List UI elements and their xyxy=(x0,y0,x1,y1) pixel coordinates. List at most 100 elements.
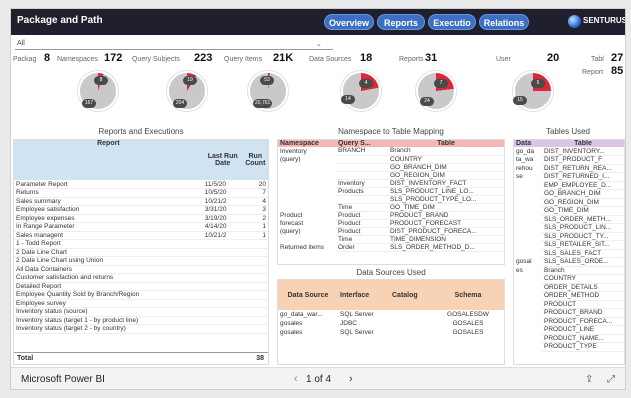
table-row[interactable]: SLS_SALES_FACT xyxy=(514,249,624,258)
table-row[interactable]: Employee expenses 3/19/20 2 xyxy=(14,214,268,223)
chevron-down-icon[interactable]: ⌄ xyxy=(316,40,322,48)
column-header-run-count[interactable]: Run Count xyxy=(243,140,268,180)
data-cell xyxy=(514,326,542,335)
tab-relations[interactable]: Relations xyxy=(479,14,529,30)
table-name-cell: EMP_EMPLOYEE_D... xyxy=(542,181,624,190)
table-row[interactable]: 2 Date Line Chart xyxy=(14,248,268,257)
table-row[interactable]: (query) COUNTRY xyxy=(278,155,504,164)
table-row[interactable]: PRODUCT_BRAND xyxy=(514,308,624,318)
table-row[interactable]: 2 Date Line Chart using Union xyxy=(14,257,268,265)
table-row[interactable]: go_data_war... SQL Server GOSALESDW xyxy=(278,310,504,319)
tab-overview[interactable]: Overview xyxy=(324,14,374,30)
tab-reports[interactable]: Reports xyxy=(377,14,425,30)
kpi-label-namespaces: Namespaces xyxy=(57,56,98,63)
table-row[interactable]: All Data Containers xyxy=(14,265,268,274)
table-row[interactable]: Time TIME_DIMENSION xyxy=(278,235,504,244)
package-filter-value[interactable]: All xyxy=(17,40,25,47)
namespace-cell: Product xyxy=(280,211,303,219)
next-page-button[interactable]: › xyxy=(349,373,353,385)
table-row[interactable]: PRODUCT_TYPE xyxy=(514,342,624,352)
table-row[interactable]: Customer satisfaction and returns xyxy=(14,274,268,282)
table-row[interactable]: GO_REGION_DIM xyxy=(278,171,504,180)
table-row[interactable]: PRODUCT xyxy=(514,300,624,309)
table-row[interactable]: Product Product PRODUCT_BRAND xyxy=(278,211,504,220)
column-header-table[interactable]: Table xyxy=(388,140,504,147)
data-cell xyxy=(514,300,542,309)
share-icon[interactable]: ⇪ xyxy=(585,374,593,385)
table-row[interactable]: gosales JDBC GOSALES xyxy=(278,319,504,328)
table-row[interactable]: se DIST_RETURNED_I... xyxy=(514,172,624,182)
table-row[interactable]: SLS_RETAILER_SIT... xyxy=(514,240,624,250)
table-row[interactable]: SLS_ORDER_METH... xyxy=(514,215,624,224)
column-header-data-source[interactable]: Data Source xyxy=(278,280,338,310)
table-row[interactable]: Detailed Report xyxy=(14,282,268,291)
table-row[interactable]: Employee satisfaction 3/31/20 3 xyxy=(14,206,268,214)
table-row[interactable]: PRODUCT_NAME... xyxy=(514,334,624,343)
table-row[interactable]: gosales SQL Server GOSALES xyxy=(278,328,504,337)
table-row[interactable]: GO_BRANCH_DIM xyxy=(278,163,504,172)
table-row[interactable]: SLS_PRODUCT_LIN... xyxy=(514,223,624,233)
table-row[interactable]: es Branch xyxy=(514,266,624,275)
report-name-cell: Detailed Report xyxy=(16,282,62,290)
query-subject-cell: Order xyxy=(336,243,388,252)
table-name-cell: Branch xyxy=(388,147,504,156)
table-row[interactable]: COUNTRY xyxy=(514,274,624,284)
table-row[interactable]: Inventory BRANCH Branch xyxy=(278,147,504,156)
column-header-interface[interactable]: Interface xyxy=(338,280,390,310)
table-row[interactable]: ORDER_DETAILS xyxy=(514,283,624,292)
column-header-table[interactable]: Table xyxy=(542,140,624,147)
table-row[interactable]: Inventory status (source) xyxy=(14,308,268,316)
fullscreen-icon[interactable]: ⤢ xyxy=(607,374,615,385)
column-header-report[interactable]: Report xyxy=(14,140,203,180)
table-row[interactable]: Inventory DIST_INVENTORY_FACT xyxy=(278,179,504,188)
table-row[interactable]: GO_TIME_DIM xyxy=(514,206,624,216)
table-row[interactable]: Sales summary 10/21/2 4 xyxy=(14,197,268,206)
tab-execution[interactable]: Executio xyxy=(428,14,476,30)
kpi-label-reports: Reports xyxy=(399,56,424,63)
prev-page-button[interactable]: ‹ xyxy=(294,373,298,385)
table-row[interactable]: Sales managent 10/21/2 1 xyxy=(14,231,268,240)
table-row[interactable]: Time GO_TIME_DIM xyxy=(278,203,504,212)
table-row[interactable]: SLS_PRODUCT_TY... xyxy=(514,232,624,241)
table-row[interactable]: Inventory status (target 2 - by country) xyxy=(14,325,268,333)
table-name-cell: SLS_RETAILER_SIT... xyxy=(542,240,624,250)
column-header-last-run-date[interactable]: Last Run Date xyxy=(203,140,243,180)
column-header-query-subject[interactable]: Query S... xyxy=(336,140,388,147)
table-row[interactable]: ORDER_METHOD xyxy=(514,291,624,301)
table-row[interactable]: Employee Quantity Sold by Branch/Region xyxy=(14,291,268,299)
data-cell xyxy=(514,292,542,301)
table-row[interactable]: Returned items Order SLS_ORDER_METHOD_D... xyxy=(278,243,504,252)
table-row[interactable]: PRODUCT_LINE xyxy=(514,325,624,335)
column-header-schema[interactable]: Schema xyxy=(432,280,504,310)
table-row[interactable]: rehou DIST_RETURN_REA... xyxy=(514,164,624,173)
table-row[interactable]: (query) Product DIST_PRODUCT_FORECA... xyxy=(278,227,504,236)
table-row[interactable]: go_da DIST_INVENTORY... xyxy=(514,147,624,156)
table-row[interactable]: SLS_PRODUCT_TYPE_LO... xyxy=(278,195,504,204)
table-row[interactable]: EMP_EMPLOYEE_D... xyxy=(514,181,624,190)
table-row[interactable]: Products SLS_PRODUCT_LINE_LO... xyxy=(278,187,504,196)
kpi-label-data-sources: Data Sources xyxy=(309,56,352,63)
table-row[interactable]: PRODUCT_FORECA... xyxy=(514,317,624,326)
table-row[interactable]: gosal SLS_SALES_ORDE... xyxy=(514,257,624,267)
column-header-data[interactable]: Data xyxy=(514,140,542,147)
table-name-cell: GO_REGION_DIM xyxy=(388,171,504,180)
table-row[interactable]: GO_REGION_DIM xyxy=(514,198,624,207)
column-header-catalog[interactable]: Catalog xyxy=(390,280,432,310)
table-row[interactable]: Inventory status (target 1 - by product … xyxy=(14,316,268,325)
table-name-cell: SLS_ORDER_METHOD_D... xyxy=(388,243,504,252)
last-run-date-cell: 3/19/20 xyxy=(204,214,227,222)
table-row[interactable]: GO_BRANCH_DIM xyxy=(514,189,624,199)
query-subject-cell: Time xyxy=(336,235,388,244)
table-row[interactable]: forecast Product PRODUCT_FORECAST xyxy=(278,219,504,228)
table-row[interactable]: Parameter Report 11/5/20 20 xyxy=(14,180,268,189)
table-row[interactable]: ta_wa DIST_PRODUCT_F xyxy=(514,155,624,165)
table-row[interactable]: In Range Parameter 4/14/20 1 xyxy=(14,223,268,231)
kpi-label-tables: Tabl xyxy=(591,56,604,63)
filter-underline xyxy=(15,49,333,50)
table-row[interactable]: 1 - Todd Report xyxy=(14,240,268,248)
table-name-cell: COUNTRY xyxy=(542,274,624,284)
table-row[interactable]: Employee survey xyxy=(14,299,268,308)
report-name-cell: Parameter Report xyxy=(16,180,68,188)
column-header-namespace[interactable]: Namespace xyxy=(278,140,336,147)
table-row[interactable]: Returns 10/5/20 7 xyxy=(14,189,268,197)
